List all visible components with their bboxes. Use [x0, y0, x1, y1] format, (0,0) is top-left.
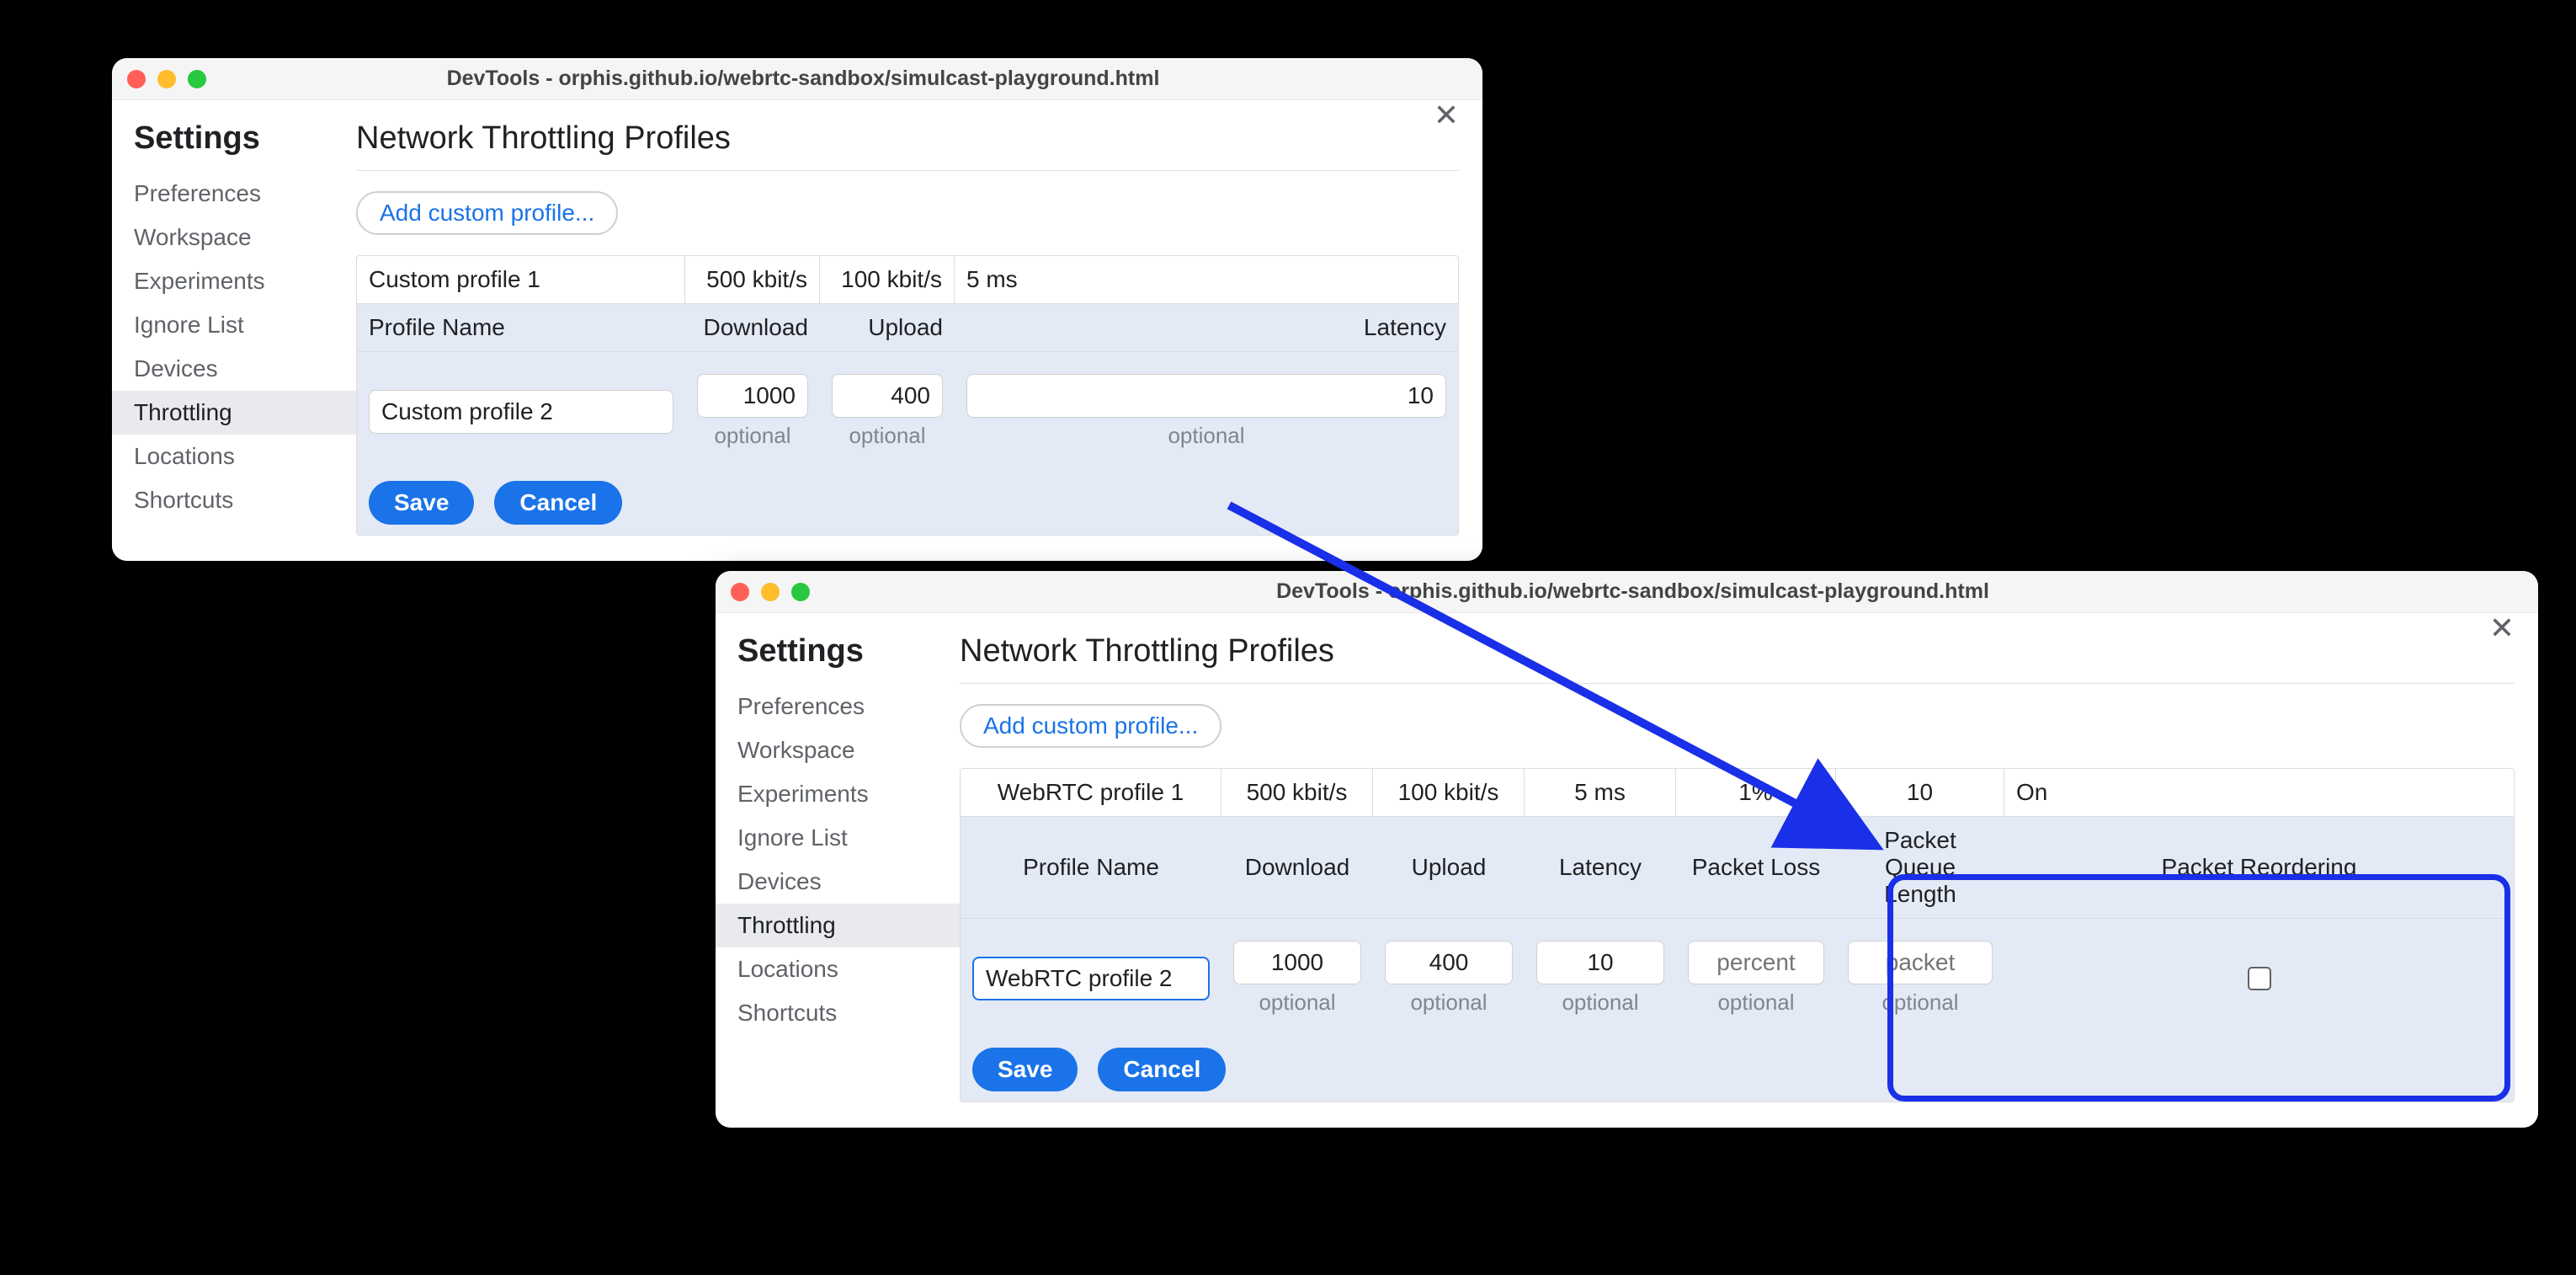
editor-row: optional optional optional: [357, 352, 1458, 471]
header-profile-name: Profile Name: [357, 304, 685, 351]
profile-name-cell: Custom profile 1: [357, 256, 685, 303]
profile-name-input[interactable]: [369, 390, 673, 434]
sidebar-item-devices[interactable]: Devices: [112, 347, 356, 391]
minimize-window-icon[interactable]: [157, 70, 176, 88]
header-profile-name: Profile Name: [961, 817, 1221, 918]
packet-reordering-checkbox[interactable]: [2248, 967, 2271, 990]
optional-label: optional: [697, 418, 808, 449]
sidebar-item-locations[interactable]: Locations: [112, 435, 356, 478]
latency-cell: 5 ms: [1525, 769, 1676, 816]
devtools-window-before: DevTools - orphis.github.io/webrtc-sandb…: [112, 58, 1482, 561]
editor-row: optional optional optional optional: [961, 919, 2514, 1038]
optional-label: optional: [1848, 984, 1993, 1016]
settings-main: ✕ Network Throttling Profiles Add custom…: [960, 613, 2538, 1128]
header-latency: Latency: [1525, 817, 1676, 918]
page-title: Network Throttling Profiles: [356, 120, 1459, 171]
optional-label: optional: [1688, 984, 1824, 1016]
download-cell: 500 kbit/s: [1221, 769, 1373, 816]
table-header-row: Profile Name Download Upload Latency: [357, 304, 1458, 352]
save-button[interactable]: Save: [369, 481, 474, 525]
editor-button-row: Save Cancel: [357, 471, 1458, 535]
packet-loss-cell: 1%: [1676, 769, 1836, 816]
window-title: DevTools - orphis.github.io/webrtc-sandb…: [206, 67, 1400, 91]
minimize-window-icon[interactable]: [761, 583, 780, 601]
devtools-window-after: DevTools - orphis.github.io/webrtc-sandb…: [716, 571, 2538, 1128]
settings-sidebar: Settings Preferences Workspace Experimen…: [716, 613, 960, 1128]
header-upload: Upload: [1373, 817, 1525, 918]
header-packet-reorder: Packet Reordering: [2004, 817, 2514, 918]
cancel-button[interactable]: Cancel: [494, 481, 622, 525]
maximize-window-icon[interactable]: [188, 70, 206, 88]
editor-button-row: Save Cancel: [961, 1038, 2514, 1102]
header-packet-loss: Packet Loss: [1676, 817, 1836, 918]
close-window-icon[interactable]: [731, 583, 749, 601]
latency-cell: 5 ms: [955, 256, 1458, 303]
profile-name-cell: WebRTC profile 1: [961, 769, 1221, 816]
cancel-button[interactable]: Cancel: [1098, 1048, 1226, 1091]
titlebar: DevTools - orphis.github.io/webrtc-sandb…: [112, 58, 1482, 100]
sidebar-item-devices[interactable]: Devices: [716, 860, 960, 904]
add-custom-profile-button[interactable]: Add custom profile...: [356, 191, 618, 235]
throttling-profiles-table: Custom profile 1 500 kbit/s 100 kbit/s 5…: [356, 255, 1459, 536]
sidebar-item-experiments[interactable]: Experiments: [112, 259, 356, 303]
packet-queue-input[interactable]: [1848, 941, 1993, 984]
sidebar-item-throttling[interactable]: Throttling: [716, 904, 960, 947]
latency-input[interactable]: [966, 374, 1446, 418]
upload-cell: 100 kbit/s: [1373, 769, 1525, 816]
table-row[interactable]: Custom profile 1 500 kbit/s 100 kbit/s 5…: [357, 256, 1458, 304]
close-window-icon[interactable]: [127, 70, 146, 88]
latency-input[interactable]: [1536, 941, 1664, 984]
sidebar-item-experiments[interactable]: Experiments: [716, 772, 960, 816]
window-title: DevTools - orphis.github.io/webrtc-sandb…: [810, 579, 2456, 604]
optional-label: optional: [1385, 984, 1513, 1016]
download-cell: 500 kbit/s: [685, 256, 820, 303]
packet-loss-input[interactable]: [1688, 941, 1824, 984]
optional-label: optional: [966, 418, 1446, 449]
sidebar-item-preferences[interactable]: Preferences: [716, 685, 960, 728]
sidebar-item-preferences[interactable]: Preferences: [112, 172, 356, 216]
page-title: Network Throttling Profiles: [960, 633, 2515, 684]
sidebar-item-workspace[interactable]: Workspace: [716, 728, 960, 772]
sidebar-item-shortcuts[interactable]: Shortcuts: [112, 478, 356, 522]
sidebar-item-locations[interactable]: Locations: [716, 947, 960, 991]
profile-name-input[interactable]: [972, 957, 1210, 1000]
sidebar-item-ignore-list[interactable]: Ignore List: [716, 816, 960, 860]
save-button[interactable]: Save: [972, 1048, 1078, 1091]
sidebar-item-workspace[interactable]: Workspace: [112, 216, 356, 259]
traffic-lights: [731, 583, 810, 601]
settings-heading: Settings: [716, 633, 960, 685]
header-latency: Latency: [955, 304, 1458, 351]
table-header-row: Profile Name Download Upload Latency Pac…: [961, 817, 2514, 919]
close-icon[interactable]: ✕: [1434, 100, 1459, 131]
upload-cell: 100 kbit/s: [820, 256, 955, 303]
download-input[interactable]: [697, 374, 808, 418]
settings-heading: Settings: [112, 120, 356, 172]
table-row[interactable]: WebRTC profile 1 500 kbit/s 100 kbit/s 5…: [961, 769, 2514, 817]
close-icon[interactable]: ✕: [2489, 613, 2515, 643]
settings-main: ✕ Network Throttling Profiles Add custom…: [356, 100, 1482, 561]
maximize-window-icon[interactable]: [791, 583, 810, 601]
optional-label: optional: [1233, 984, 1361, 1016]
sidebar-item-shortcuts[interactable]: Shortcuts: [716, 991, 960, 1035]
add-custom-profile-button[interactable]: Add custom profile...: [960, 704, 1221, 748]
traffic-lights: [127, 70, 206, 88]
sidebar-item-throttling[interactable]: Throttling: [112, 391, 356, 435]
header-download: Download: [685, 304, 820, 351]
header-upload: Upload: [820, 304, 955, 351]
header-download: Download: [1221, 817, 1373, 918]
header-packet-queue: Packet Queue Length: [1836, 817, 2004, 918]
download-input[interactable]: [1233, 941, 1361, 984]
optional-label: optional: [1536, 984, 1664, 1016]
upload-input[interactable]: [1385, 941, 1513, 984]
titlebar: DevTools - orphis.github.io/webrtc-sandb…: [716, 571, 2538, 613]
packet-queue-cell: 10: [1836, 769, 2004, 816]
settings-sidebar: Settings Preferences Workspace Experimen…: [112, 100, 356, 561]
packet-reorder-cell: On: [2004, 769, 2514, 816]
optional-label: optional: [832, 418, 943, 449]
sidebar-item-ignore-list[interactable]: Ignore List: [112, 303, 356, 347]
upload-input[interactable]: [832, 374, 943, 418]
throttling-profiles-table: WebRTC profile 1 500 kbit/s 100 kbit/s 5…: [960, 768, 2515, 1102]
